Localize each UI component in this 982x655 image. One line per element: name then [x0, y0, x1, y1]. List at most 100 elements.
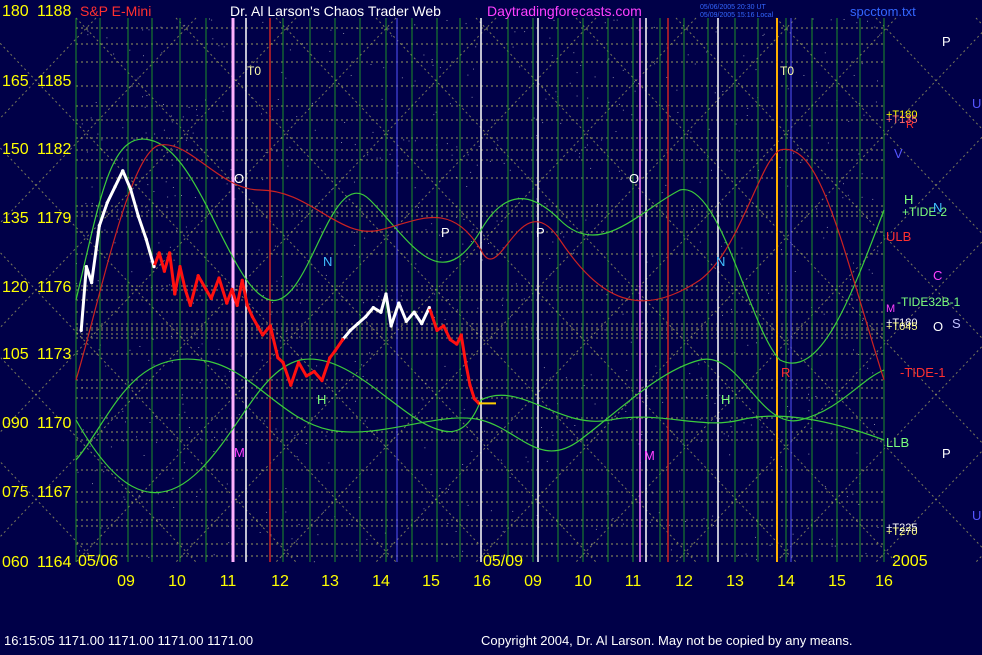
background-dot — [226, 183, 228, 185]
background-dot — [467, 504, 469, 506]
background-dot — [679, 160, 681, 161]
background-dot — [815, 81, 817, 83]
background-dot — [97, 133, 99, 135]
background-dot — [872, 372, 874, 374]
price-point — [157, 251, 161, 255]
price-point — [384, 292, 388, 296]
background-dot — [787, 88, 789, 90]
background-dot — [173, 507, 175, 508]
background-dot — [104, 229, 106, 231]
background-dot — [218, 348, 220, 350]
background-dot — [601, 139, 603, 141]
background-dot — [281, 71, 283, 73]
line-label: H — [721, 392, 730, 407]
background-dot — [154, 133, 156, 135]
background-dot — [565, 377, 567, 379]
background-dot — [594, 76, 596, 78]
background-dot — [755, 536, 756, 538]
background-dot — [192, 132, 194, 134]
background-dot — [815, 396, 817, 397]
background-dot — [853, 349, 854, 351]
background-dot — [552, 434, 554, 436]
background-dot — [512, 46, 514, 48]
background-dot — [431, 59, 433, 60]
background-dot — [756, 559, 757, 561]
chart-container: 180 165 150 135 120 105 090 075 060 1188 1185 1182 1… — [0, 0, 982, 650]
background-dot — [668, 524, 670, 526]
price-point — [178, 265, 182, 269]
background-dot — [685, 521, 687, 522]
price-point — [268, 324, 272, 328]
background-dot — [423, 518, 424, 520]
background-dot — [139, 496, 141, 498]
background-dot — [693, 208, 694, 210]
background-dot — [364, 420, 366, 422]
price-point — [90, 281, 94, 285]
background-dot — [81, 123, 83, 125]
x-axis-tick-label: 14 — [777, 573, 795, 590]
background-dot — [86, 151, 88, 153]
background-dot — [861, 173, 863, 175]
background-dot — [750, 424, 752, 426]
background-dot — [723, 433, 725, 435]
background-dot — [340, 295, 342, 297]
background-dot — [173, 259, 175, 261]
line-label: S — [952, 316, 961, 331]
background-dot — [434, 293, 436, 295]
background-dot — [549, 377, 551, 379]
background-dot — [490, 510, 492, 512]
background-dot — [230, 169, 232, 171]
y-axis-price-label: 1176 — [37, 279, 72, 296]
background-dot — [846, 496, 848, 498]
background-dot — [594, 403, 596, 405]
y-axis-price-label: 1188 — [37, 3, 72, 20]
background-dot — [156, 441, 158, 443]
background-dot — [101, 139, 103, 141]
background-dot — [730, 426, 732, 428]
line-label: +T270 — [886, 526, 918, 538]
background-dot — [826, 226, 828, 228]
background-dot — [503, 162, 505, 164]
background-dot — [573, 252, 575, 254]
background-dot — [113, 53, 115, 55]
background-dot — [819, 354, 821, 356]
background-dot — [863, 114, 865, 116]
background-dot — [238, 527, 240, 529]
background-dot — [169, 284, 171, 286]
background-dot — [182, 403, 184, 405]
x-axis-tick-label: 15 — [828, 573, 846, 590]
background-dot — [789, 410, 790, 412]
background-dot — [183, 462, 185, 464]
y-axis-price-label: 1170 — [37, 415, 72, 432]
background-dot — [361, 364, 363, 366]
background-dot — [133, 105, 134, 107]
background-dot — [397, 165, 399, 167]
background-dot — [858, 504, 860, 505]
background-dot — [808, 386, 810, 388]
background-dot — [402, 290, 404, 292]
background-dot — [133, 138, 135, 140]
background-dot — [471, 450, 473, 452]
background-dot — [462, 550, 464, 552]
background-dot — [649, 521, 651, 523]
background-dot — [413, 85, 415, 87]
background-dot — [679, 490, 681, 492]
line-label: M — [234, 445, 245, 460]
background-dot — [847, 194, 849, 196]
background-dot — [823, 313, 825, 315]
background-dot — [703, 518, 705, 520]
background-dot — [460, 412, 462, 414]
background-dot — [262, 21, 264, 23]
line-label: N — [933, 200, 942, 215]
background-dot — [285, 488, 287, 489]
background-dot — [415, 263, 417, 265]
background-dot — [810, 427, 812, 429]
background-dot — [595, 528, 597, 530]
background-dot — [291, 538, 293, 540]
background-dot — [444, 492, 446, 494]
price-point — [105, 201, 109, 205]
background-dot — [466, 186, 468, 187]
background-dot — [793, 152, 795, 154]
background-dot — [856, 452, 858, 454]
background-dot — [481, 259, 483, 261]
